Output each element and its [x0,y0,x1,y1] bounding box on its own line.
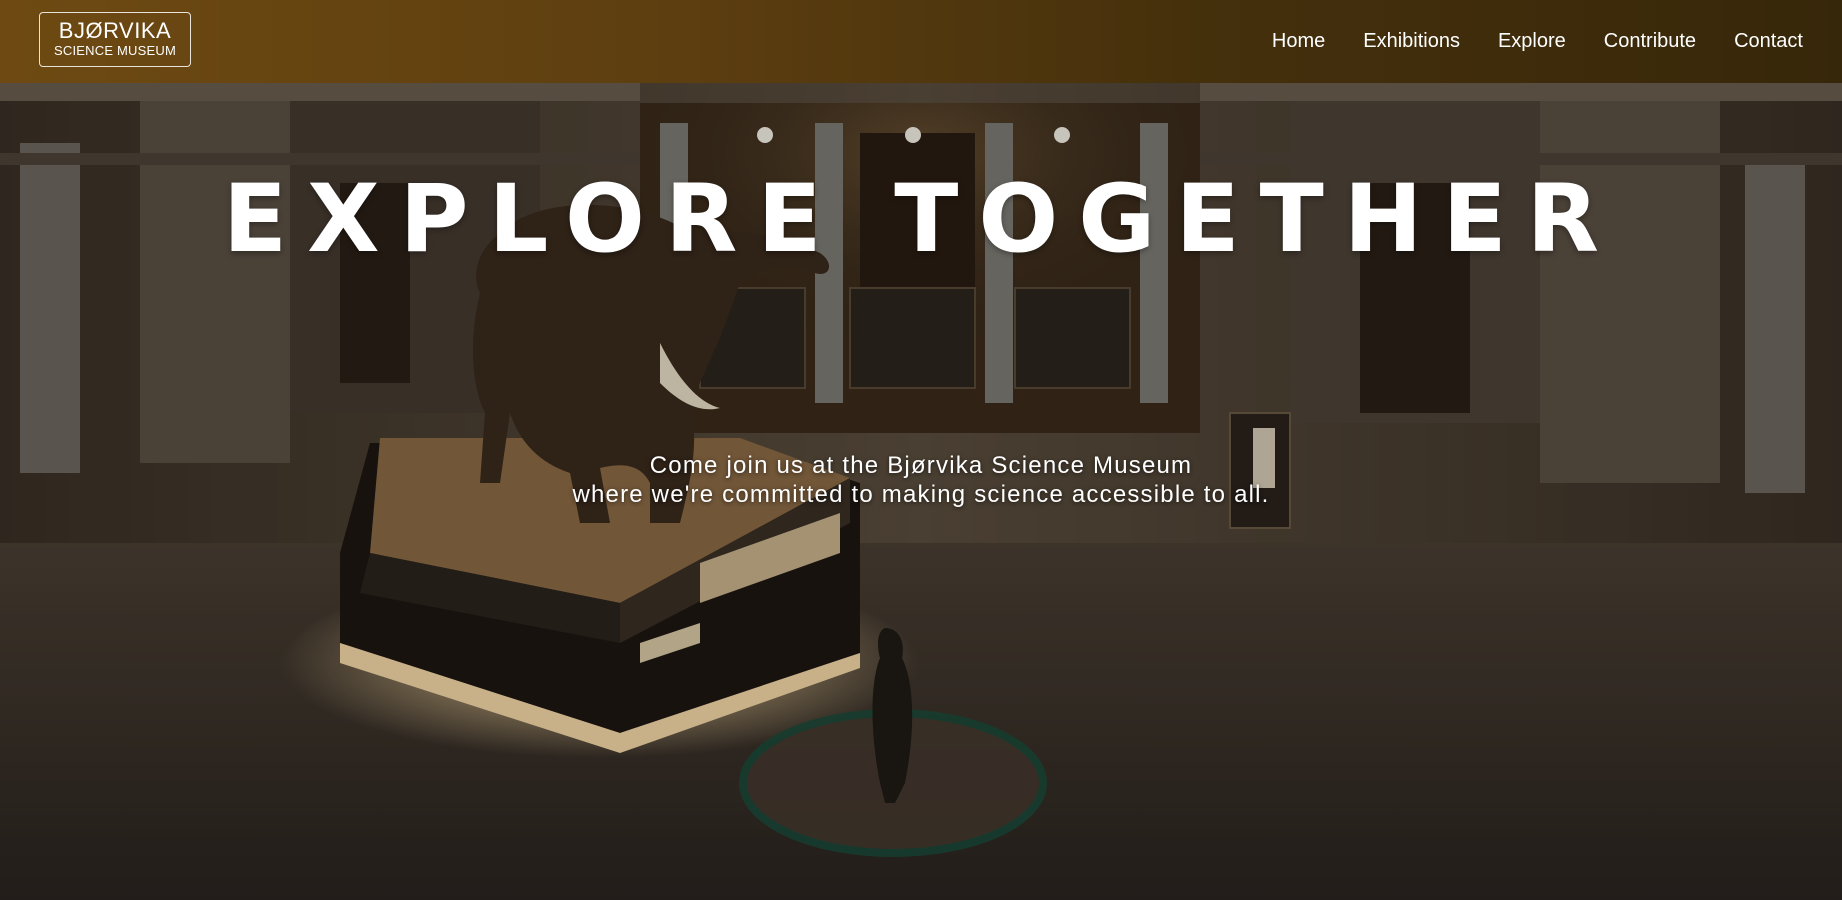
nav-explore[interactable]: Explore [1498,30,1566,53]
site-header: BJØRVIKA SCIENCE MUSEUM Home Exhibitions… [0,0,1842,83]
nav-home[interactable]: Home [1272,30,1325,53]
museum-logo[interactable]: BJØRVIKA SCIENCE MUSEUM [39,12,191,67]
hero-section: EXPLORE TOGETHER Come join us at the Bjø… [0,83,1842,900]
nav-contact[interactable]: Contact [1734,30,1803,53]
hero-title: EXPLORE TOGETHER [222,165,1620,274]
nav-exhibitions[interactable]: Exhibitions [1363,30,1460,53]
hero-subtitle-line-1: Come join us at the Bjørvika Science Mus… [649,452,1193,479]
logo-subtitle: SCIENCE MUSEUM [54,43,176,58]
nav-contribute[interactable]: Contribute [1604,30,1696,53]
hero-subtitle: Come join us at the Bjørvika Science Mus… [0,451,1842,509]
main-nav: Home Exhibitions Explore Contribute Cont… [1234,0,1803,83]
logo-name: BJØRVIKA [58,18,172,43]
hero-subtitle-line-2: where we're committed to making science … [572,481,1270,508]
